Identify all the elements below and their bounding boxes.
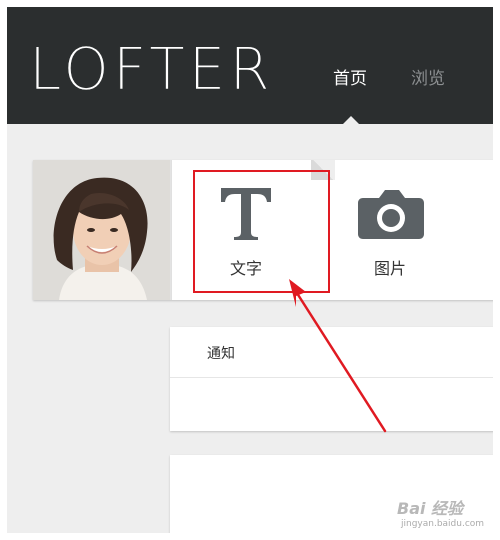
watermark-brand: Bai 经验 bbox=[397, 499, 464, 518]
baidu-jingyan-watermark: Bai 经验 jingyan.baidu.com bbox=[391, 493, 493, 533]
app-frame: LOFTER 首页 浏览 文字 图片 通知 Bai 经验 jingyan.bai… bbox=[7, 7, 493, 533]
watermark-url: jingyan.baidu.com bbox=[401, 519, 485, 529]
annotation-arrow bbox=[289, 279, 387, 433]
